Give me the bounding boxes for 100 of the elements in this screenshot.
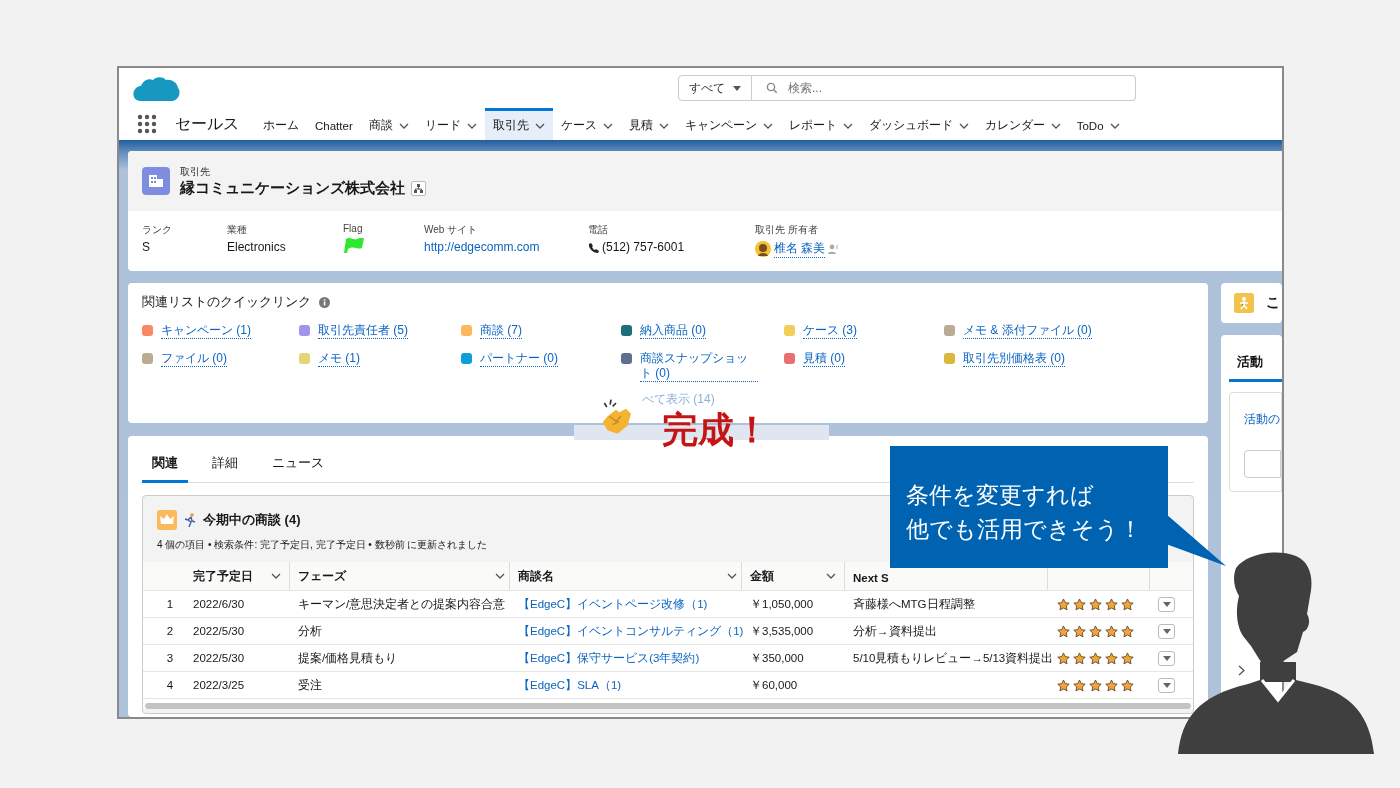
nav-tab[interactable]: カレンダー (976, 108, 1069, 140)
avatar-icon (755, 241, 771, 257)
quick-link[interactable]: 商談スナップショット (0) (640, 351, 758, 382)
crown-icon (157, 510, 177, 530)
nav-tab[interactable]: ホーム (255, 108, 307, 140)
completion-banner-text: 完成！ (662, 412, 770, 448)
star-icon (1072, 651, 1087, 665)
nav-tab[interactable]: ダッシュボード (860, 108, 977, 140)
star-icon (1120, 651, 1135, 665)
input-field[interactable] (1244, 450, 1281, 478)
star-icon (1088, 597, 1103, 611)
star-icon (1104, 597, 1119, 611)
quick-link[interactable]: ファイル (0) (161, 351, 227, 367)
speech-text: 他でも活用できそう！ (906, 515, 1143, 544)
nav-tab[interactable]: ToDo (1068, 108, 1128, 140)
opportunity-link[interactable]: 【EdgeC】SLA（1) (510, 677, 742, 693)
nav-tab[interactable]: 商談 (360, 108, 417, 140)
related-tab[interactable]: ニュース (262, 454, 334, 483)
phone-number: (512) 757-6001 (602, 240, 685, 254)
column-header[interactable]: Next S (853, 572, 889, 584)
caret-icon (1162, 601, 1171, 607)
chevron-right-icon[interactable] (1238, 665, 1245, 676)
star-icon (1104, 678, 1119, 692)
phone-icon (588, 241, 599, 253)
owner-link[interactable]: 椎名 森美 (774, 240, 826, 258)
field-label: Flag (343, 223, 364, 234)
star-icon (1056, 678, 1071, 692)
building-icon (142, 167, 170, 195)
table-cell-text: 2022/3/25 (192, 679, 246, 691)
quick-link[interactable]: メモ (1) (318, 351, 360, 367)
nav-tab[interactable]: キャンペーン (676, 108, 781, 140)
row-action-button[interactable] (1158, 623, 1175, 639)
quick-link[interactable]: ケース (3) (803, 323, 857, 339)
quick-link[interactable]: 納入商品 (0) (640, 323, 706, 339)
table-cell-text: ￥350,000 (749, 650, 805, 666)
caret-icon (1162, 682, 1171, 688)
field-label: 業種 (227, 223, 248, 237)
hierarchy-icon (414, 183, 423, 193)
opportunity-link[interactable]: 【EdgeC】保守サービス(3年契約) (510, 650, 742, 666)
table-cell-text: 分析 (297, 623, 323, 639)
column-header[interactable]: 金額 (742, 562, 845, 590)
field-label: 電話 (588, 223, 609, 237)
related-tab[interactable]: 関連 (142, 454, 188, 483)
quick-link[interactable]: 取引先責任者 (5) (318, 323, 408, 339)
hierarchy-button[interactable] (411, 180, 426, 196)
search-scope-dropdown[interactable]: すべて (678, 75, 752, 101)
activity-link[interactable]: 活動の (1244, 412, 1280, 426)
app-name: セールス (175, 113, 239, 134)
row-action-button[interactable] (1158, 677, 1175, 693)
star-icon (1088, 651, 1103, 665)
table-cell-text: ￥60,000 (749, 677, 799, 693)
nav-tab[interactable]: リード (416, 108, 485, 140)
row-number: 3 (165, 652, 175, 664)
related-tab[interactable]: 詳細 (202, 454, 248, 483)
star-icon (1120, 597, 1135, 611)
speech-text: 条件を変更すれば (906, 481, 1095, 510)
table-cell-text: 提案/価格見積もり (297, 650, 399, 666)
star-icon (1072, 624, 1087, 638)
table-cell: 5/10見積もりレビュー→5/13資料提出 (853, 651, 1054, 664)
star-icon (1088, 624, 1103, 638)
table-cell-text: 受注 (297, 677, 323, 693)
account-name: 縁コミュニケーションズ株式会社 (180, 178, 405, 198)
person-icon (1234, 293, 1254, 313)
table-cell-text: キーマン/意思決定者との提案内容合意 (297, 596, 507, 612)
nav-tab[interactable]: レポート (780, 108, 861, 140)
row-action-button[interactable] (1158, 596, 1175, 612)
field-label: 取引先 所有者 (755, 223, 819, 237)
field-label: Web サイト (424, 223, 479, 237)
star-icon (1056, 651, 1071, 665)
star-icon (1056, 624, 1071, 638)
star-icon (1104, 651, 1119, 665)
list-subtitle: 4 個の項目 • 検索条件: 完了予定日, 完了予定日 • 数秒前 に更新されました (157, 538, 489, 552)
row-action-button[interactable] (1158, 650, 1175, 666)
website-link[interactable]: http://edgecomm.com (424, 240, 588, 254)
nav-tab[interactable]: ケース (552, 108, 621, 140)
nav-tab[interactable]: 見積 (620, 108, 677, 140)
opportunity-link[interactable]: 【EdgeC】イベントコンサルティング（1) (510, 623, 742, 639)
table-cell-text: ￥1,050,000 (749, 596, 815, 612)
quick-link[interactable]: 見積 (0) (803, 351, 845, 367)
table-cell-text: 2022/5/30 (192, 652, 246, 664)
nav-tab[interactable]: 取引先 (484, 108, 553, 140)
activity-tab[interactable]: 活動 (1229, 347, 1282, 382)
horizontal-scrollbar[interactable] (145, 703, 1191, 709)
quick-link[interactable]: パートナー (0) (480, 351, 558, 367)
star-icon (1072, 678, 1087, 692)
search-field[interactable]: 検索... (752, 75, 1136, 101)
column-header[interactable]: フェーズ (290, 562, 510, 590)
quick-link[interactable]: 取引先別価格表 (0) (963, 351, 1065, 367)
app-launcher-icon[interactable] (137, 114, 157, 134)
opportunity-link[interactable]: 【EdgeC】イベントページ改修（1) (510, 596, 742, 612)
table-cell-text: ￥3,535,000 (749, 623, 815, 639)
quick-link[interactable]: メモ & 添付ファイル (0) (963, 323, 1092, 339)
quick-link[interactable]: キャンペーン (1) (161, 323, 251, 339)
column-header[interactable]: 商談名 (510, 562, 742, 590)
column-header[interactable]: 完了予定日 (185, 562, 290, 590)
quick-link[interactable]: 商談 (7) (480, 323, 522, 339)
star-icon (1120, 678, 1135, 692)
list-title: 今期中の商談 (4) (203, 511, 301, 529)
star-icon (1120, 624, 1135, 638)
nav-tab[interactable]: Chatter (307, 108, 361, 140)
